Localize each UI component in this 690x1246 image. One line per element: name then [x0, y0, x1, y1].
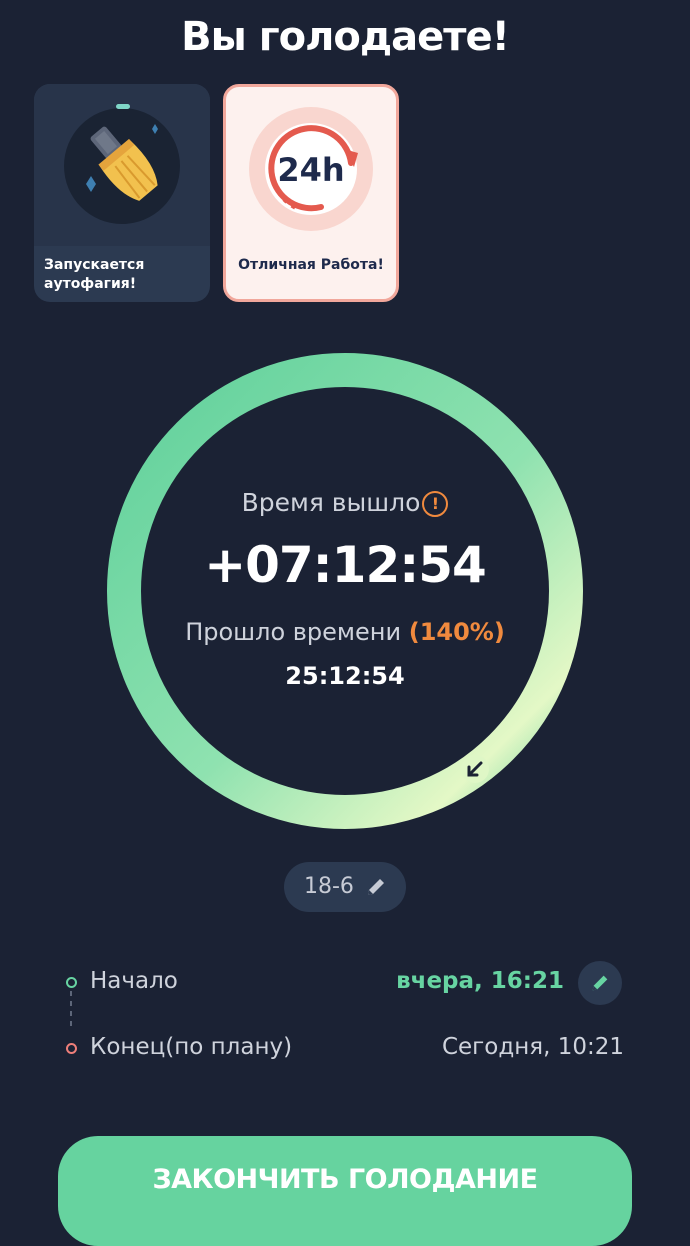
start-label: Начало	[90, 968, 178, 994]
end-time-value: Сегодня, 10:21	[441, 1034, 624, 1060]
good-job-card[interactable]: 24h Отличная Работа!	[223, 84, 399, 302]
elapsed-label: Прошло времени	[185, 618, 402, 646]
overtime-value: +07:12:54	[204, 536, 487, 594]
fasting-plan-label: 18-6	[304, 874, 354, 899]
24h-badge-icon: 24h	[249, 107, 373, 231]
edit-start-button[interactable]	[578, 961, 622, 1005]
end-fast-label: ЗАКОНЧИТЬ ГОЛОДАНИЕ	[152, 1164, 538, 1195]
page-title: Вы голодаете!	[181, 14, 510, 60]
good-job-card-label: Отличная Работа!	[238, 257, 384, 273]
end-label: Конец(по плану)	[90, 1034, 293, 1060]
autophagy-card-label: Запускается аутофагия!	[44, 257, 145, 292]
fasting-plan-button[interactable]: 18-6	[284, 862, 406, 912]
progress-end-marker	[461, 755, 489, 783]
24h-badge-text: 24h	[277, 151, 344, 189]
end-fast-button[interactable]: ЗАКОНЧИТЬ ГОЛОДАНИЕ	[58, 1136, 632, 1246]
elapsed-percent: (140%)	[408, 618, 505, 646]
autophagy-card[interactable]: Запускается аутофагия!	[34, 84, 210, 302]
time-out-status: Время вышло!	[106, 488, 584, 517]
end-dot-icon	[66, 1043, 77, 1054]
timeline-connector	[70, 991, 72, 1031]
warning-icon: !	[422, 491, 449, 517]
start-dot-icon	[66, 977, 77, 988]
brush-icon	[64, 104, 180, 224]
start-time-value: вчера, 16:21	[396, 968, 564, 994]
pencil-icon	[368, 879, 384, 895]
time-out-label: Время вышло	[241, 488, 421, 517]
elapsed-label-row: Прошло времени (140%)	[106, 618, 584, 646]
elapsed-value: 25:12:54	[285, 662, 405, 690]
autophagy-card-image	[34, 84, 210, 246]
pencil-icon	[592, 975, 608, 991]
